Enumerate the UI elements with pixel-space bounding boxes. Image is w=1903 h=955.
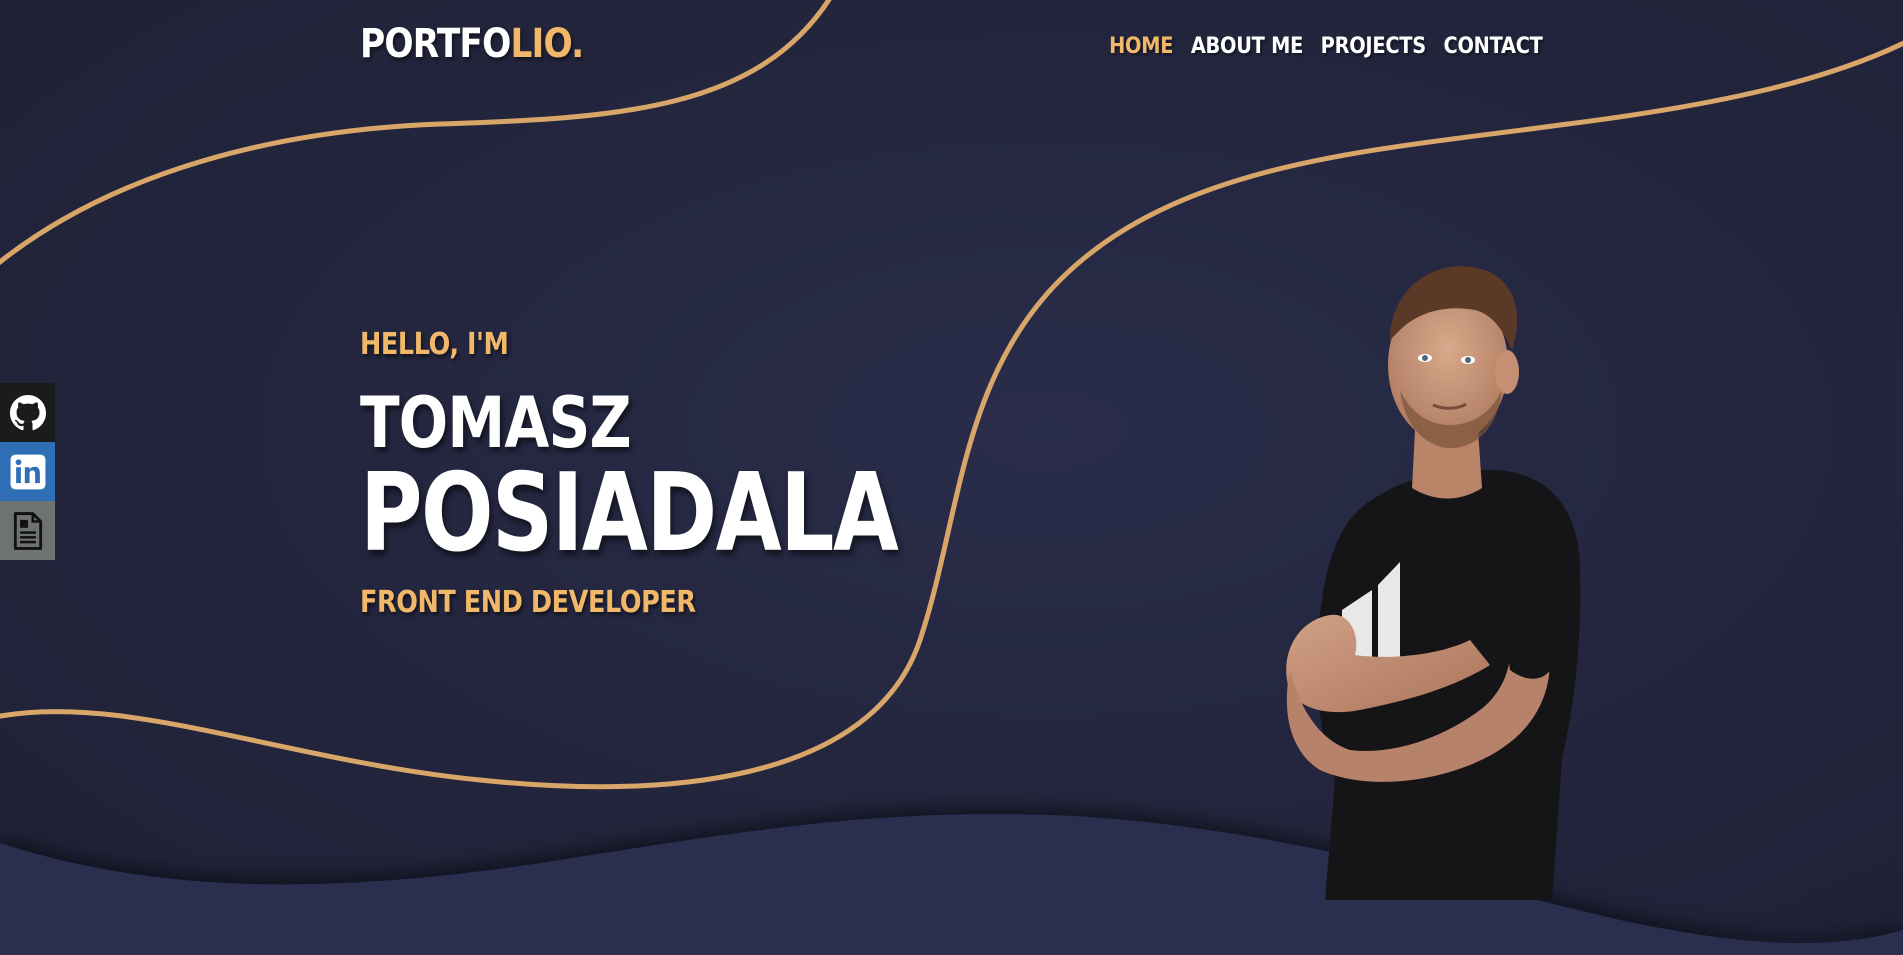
hero-intro: HELLO, I'M TOMASZ POSIADALA FRONT END DE…	[360, 330, 1040, 618]
resume-document-icon	[13, 511, 42, 550]
nav-home[interactable]: HOME	[1109, 34, 1173, 59]
nav-projects[interactable]: PROJECTS	[1321, 34, 1426, 59]
hero-first-name: TOMASZ	[360, 382, 632, 464]
resume-button[interactable]	[0, 501, 55, 560]
nav-contact[interactable]: CONTACT	[1444, 34, 1543, 59]
hero-section: PORTFOLIO. HOME ABOUT ME PROJECTS CONTAC…	[0, 0, 1903, 955]
github-icon	[9, 394, 46, 430]
logo-part-white: PORTFO	[360, 21, 511, 67]
bottom-wave	[0, 814, 1903, 955]
hero-last-name: POSIADALA	[360, 451, 899, 576]
main-navigation: HOME ABOUT ME PROJECTS CONTACT	[1109, 34, 1543, 59]
linkedin-icon	[10, 454, 45, 489]
hero-greeting: HELLO, I'M	[360, 327, 509, 362]
profile-photo	[1286, 266, 1581, 900]
hero-role: FRONT END DEVELOPER	[360, 585, 696, 620]
linkedin-button[interactable]	[0, 442, 55, 501]
github-button[interactable]	[0, 383, 55, 442]
social-sidebar	[0, 383, 55, 560]
nav-about-me[interactable]: ABOUT ME	[1191, 34, 1304, 59]
logo-part-gold: LIO.	[510, 21, 584, 67]
site-logo[interactable]: PORTFOLIO.	[360, 21, 584, 67]
